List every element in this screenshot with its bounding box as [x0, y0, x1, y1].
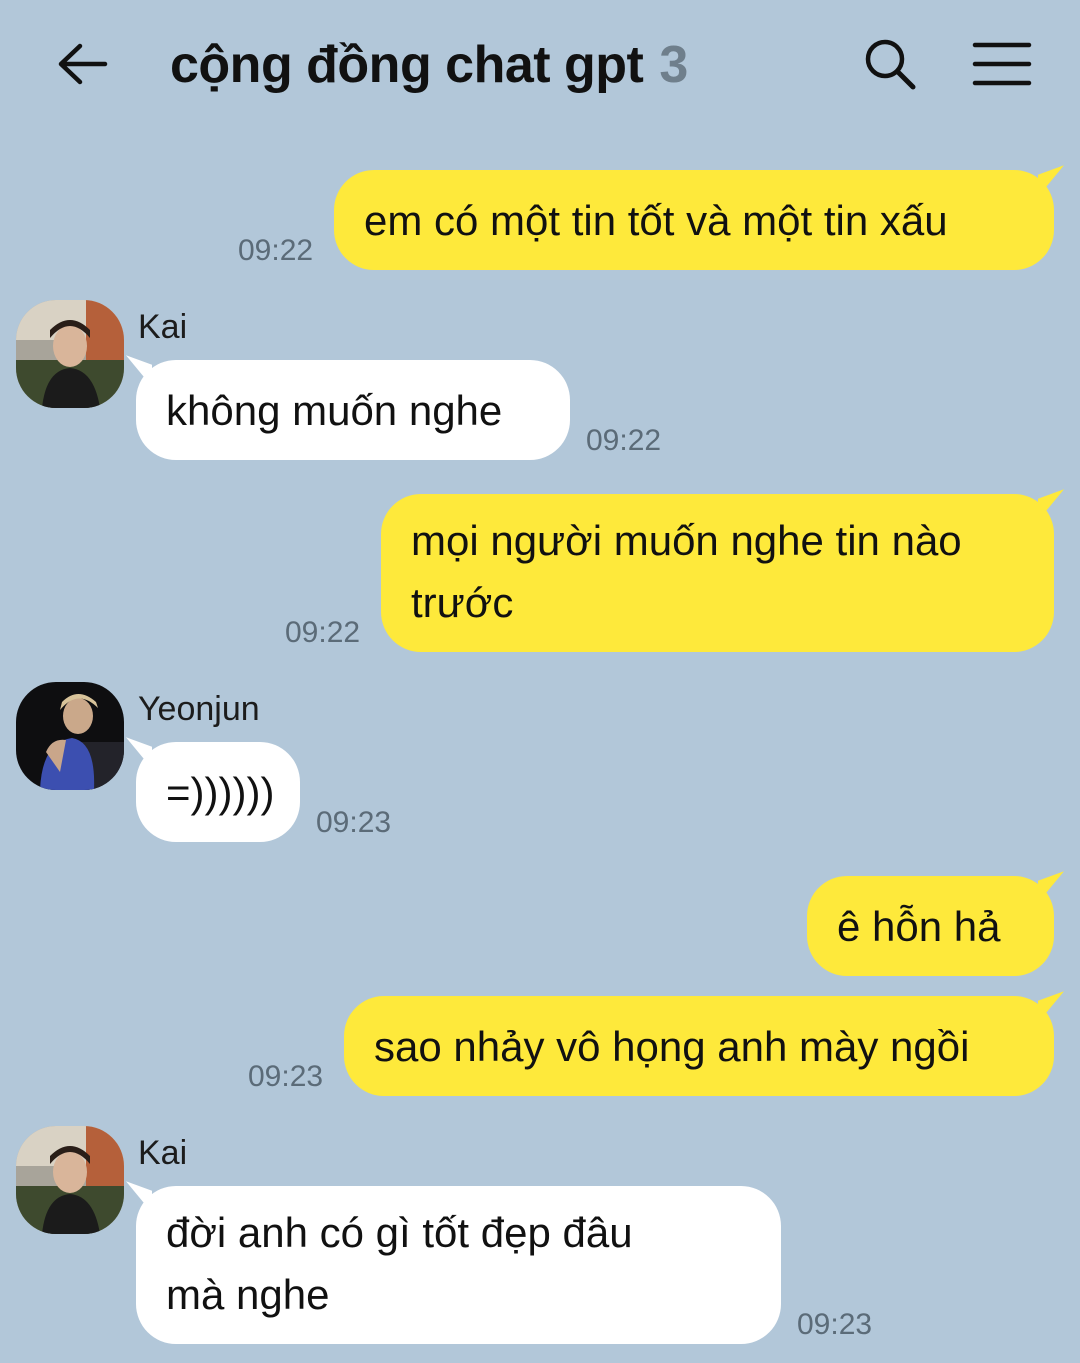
message-text-line: đời anh có gì tốt đẹp đâu	[166, 1209, 633, 1256]
sender-name: Yeonjun	[138, 690, 260, 728]
back-arrow-icon[interactable]	[50, 32, 114, 96]
avatar-kai[interactable]	[16, 1126, 124, 1234]
their-message-bubble[interactable]: đời anh có gì tốt đẹp đâu mà nghe	[136, 1186, 781, 1344]
my-message-bubble[interactable]: sao nhảy vô họng anh mày ngồi	[344, 996, 1054, 1096]
message-time: 09:22	[586, 424, 662, 457]
member-count: 3	[659, 36, 689, 94]
menu-icon[interactable]	[968, 32, 1036, 96]
message-text: em có một tin tốt và một tin xấu	[364, 197, 948, 244]
chat-title-area: cộng đồng chat gpt 3	[170, 30, 688, 100]
message-text: không muốn nghe	[166, 387, 503, 434]
avatar-kai[interactable]	[16, 300, 124, 408]
message-time: 09:23	[248, 1060, 324, 1093]
my-message-bubble[interactable]: em có một tin tốt và một tin xấu	[334, 170, 1054, 270]
sender-name: Kai	[138, 308, 188, 346]
message-text: ê hỗn hả	[837, 903, 1001, 950]
message-text-line: mọi người muốn nghe tin nào	[411, 517, 962, 564]
my-message-bubble[interactable]: mọi người muốn nghe tin nào trước	[381, 494, 1054, 652]
their-message-bubble[interactable]: không muốn nghe	[136, 360, 570, 460]
avatar-yeonjun[interactable]	[16, 682, 124, 790]
message-time: 09:22	[238, 234, 314, 267]
their-message-bubble[interactable]: =))))))	[136, 742, 300, 842]
message-text: =))))))	[166, 769, 275, 816]
search-icon[interactable]	[858, 32, 922, 96]
chat-room-title: cộng đồng chat gpt	[170, 36, 644, 94]
message-text: sao nhảy vô họng anh mày ngồi	[374, 1023, 970, 1070]
chat-header: cộng đồng chat gpt 3	[0, 0, 1080, 130]
message-text-line: trước	[411, 579, 514, 626]
message-time: 09:23	[797, 1308, 873, 1341]
message-text-line: mà nghe	[166, 1271, 330, 1318]
sender-name: Kai	[138, 1134, 188, 1172]
my-message-bubble[interactable]: ê hỗn hả	[807, 876, 1054, 976]
message-time: 09:22	[285, 616, 361, 649]
message-time: 09:23	[316, 806, 392, 839]
